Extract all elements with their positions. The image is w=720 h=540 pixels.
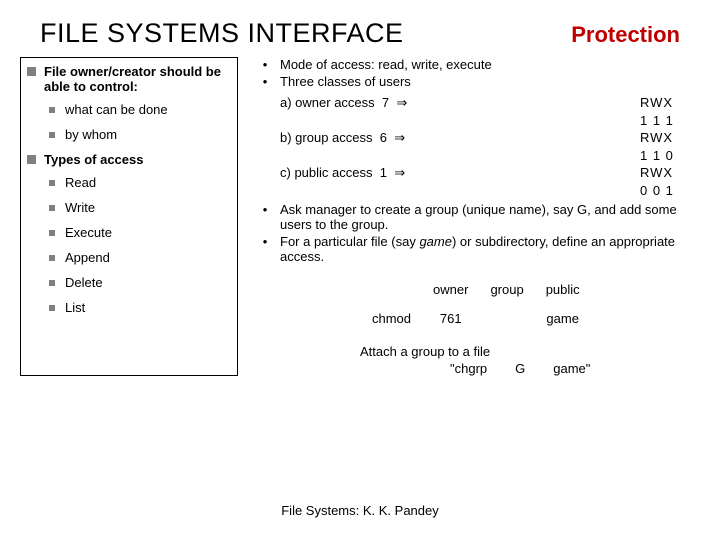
type-delete: Delete xyxy=(65,275,103,290)
owner-rwx: RWX xyxy=(640,95,700,111)
small-bullet-icon xyxy=(49,230,55,236)
chgrp-group: G xyxy=(515,361,525,376)
attach-group-text: Attach a group to a file xyxy=(360,344,700,359)
col-owner: owner xyxy=(423,280,478,299)
square-bullet-icon xyxy=(27,155,36,164)
left-item-control: File owner/creator should be able to con… xyxy=(44,64,231,94)
type-append: Append xyxy=(65,250,110,265)
type-write: Write xyxy=(65,200,95,215)
bullet-icon: • xyxy=(263,74,268,89)
group-access-num: 6 xyxy=(380,130,387,145)
col-public: public xyxy=(536,280,590,299)
public-access-num: 1 xyxy=(380,165,387,180)
arrow-icon: ⇒ xyxy=(394,165,405,180)
footer-text: File Systems: K. K. Pandey xyxy=(0,503,720,518)
group-rwx: RWX xyxy=(640,130,700,146)
chmod-cmd: chmod xyxy=(362,309,421,328)
small-bullet-icon xyxy=(49,132,55,138)
left-panel: File owner/creator should be able to con… xyxy=(20,57,238,376)
arrow-icon: ⇒ xyxy=(396,95,407,110)
small-bullet-icon xyxy=(49,107,55,113)
particular-file-text: For a particular file (say game) or subd… xyxy=(280,234,700,264)
ask-manager-text: Ask manager to create a group (unique na… xyxy=(280,202,700,232)
group-bits: 1 1 0 xyxy=(640,148,700,163)
sub-whom: by whom xyxy=(65,127,117,142)
small-bullet-icon xyxy=(49,180,55,186)
public-bits: 0 0 1 xyxy=(640,183,700,198)
type-execute: Execute xyxy=(65,225,112,240)
type-read: Read xyxy=(65,175,96,190)
chgrp-file: game" xyxy=(553,361,590,376)
small-bullet-icon xyxy=(49,205,55,211)
section-title: Protection xyxy=(571,22,690,48)
square-bullet-icon xyxy=(27,67,36,76)
bullet-icon: • xyxy=(263,202,268,217)
small-bullet-icon xyxy=(49,280,55,286)
right-panel: • Mode of access: read, write, execute • T… xyxy=(238,57,700,376)
group-access-label: b) group access xyxy=(280,130,373,145)
owner-access-num: 7 xyxy=(382,95,389,110)
chmod-mode: 761 xyxy=(423,309,478,328)
owner-access-label: a) owner access xyxy=(280,95,375,110)
permission-table: owner group public chmod 761 game xyxy=(360,278,592,330)
mode-of-access: Mode of access: read, write, execute xyxy=(280,57,492,72)
small-bullet-icon xyxy=(49,305,55,311)
bullet-icon: • xyxy=(263,57,268,72)
chgrp-row: "chgrp G game" xyxy=(250,361,700,376)
sub-what: what can be done xyxy=(65,102,168,117)
small-bullet-icon xyxy=(49,255,55,261)
chgrp-cmd: "chgrp xyxy=(450,361,487,376)
chmod-file: game xyxy=(536,309,590,328)
type-list: List xyxy=(65,300,85,315)
arrow-icon: ⇒ xyxy=(394,130,405,145)
left-item-types: Types of access xyxy=(44,152,143,167)
public-rwx: RWX xyxy=(640,165,700,181)
page-title: FILE SYSTEMS INTERFACE xyxy=(40,18,404,49)
col-group: group xyxy=(480,280,533,299)
public-access-label: c) public access xyxy=(280,165,372,180)
owner-bits: 1 1 1 xyxy=(640,113,700,128)
three-classes: Three classes of users xyxy=(280,74,411,89)
bullet-icon: • xyxy=(263,234,268,249)
